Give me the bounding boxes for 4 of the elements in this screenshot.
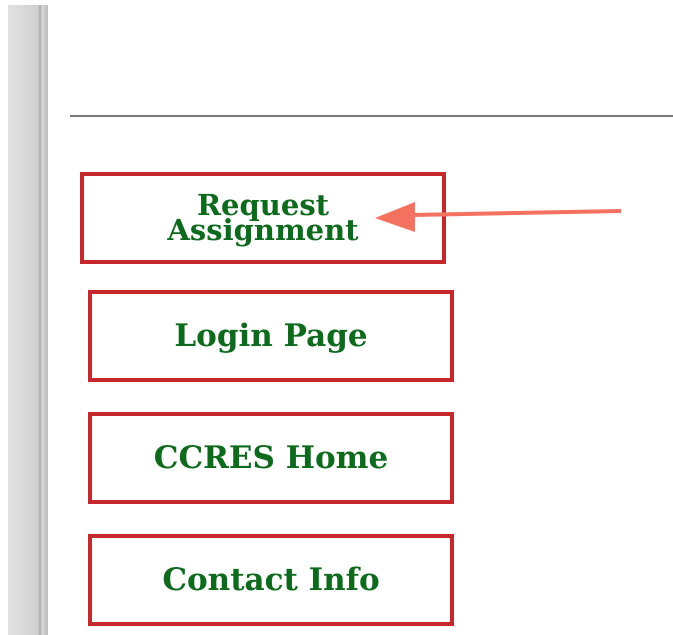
nav-button[interactable]: CCRES Home — [88, 412, 454, 504]
nav-button[interactable]: Login Page — [88, 290, 454, 382]
nav-button[interactable]: Contact Info — [88, 534, 454, 626]
nav-button[interactable]: Request Assignment — [80, 172, 446, 264]
